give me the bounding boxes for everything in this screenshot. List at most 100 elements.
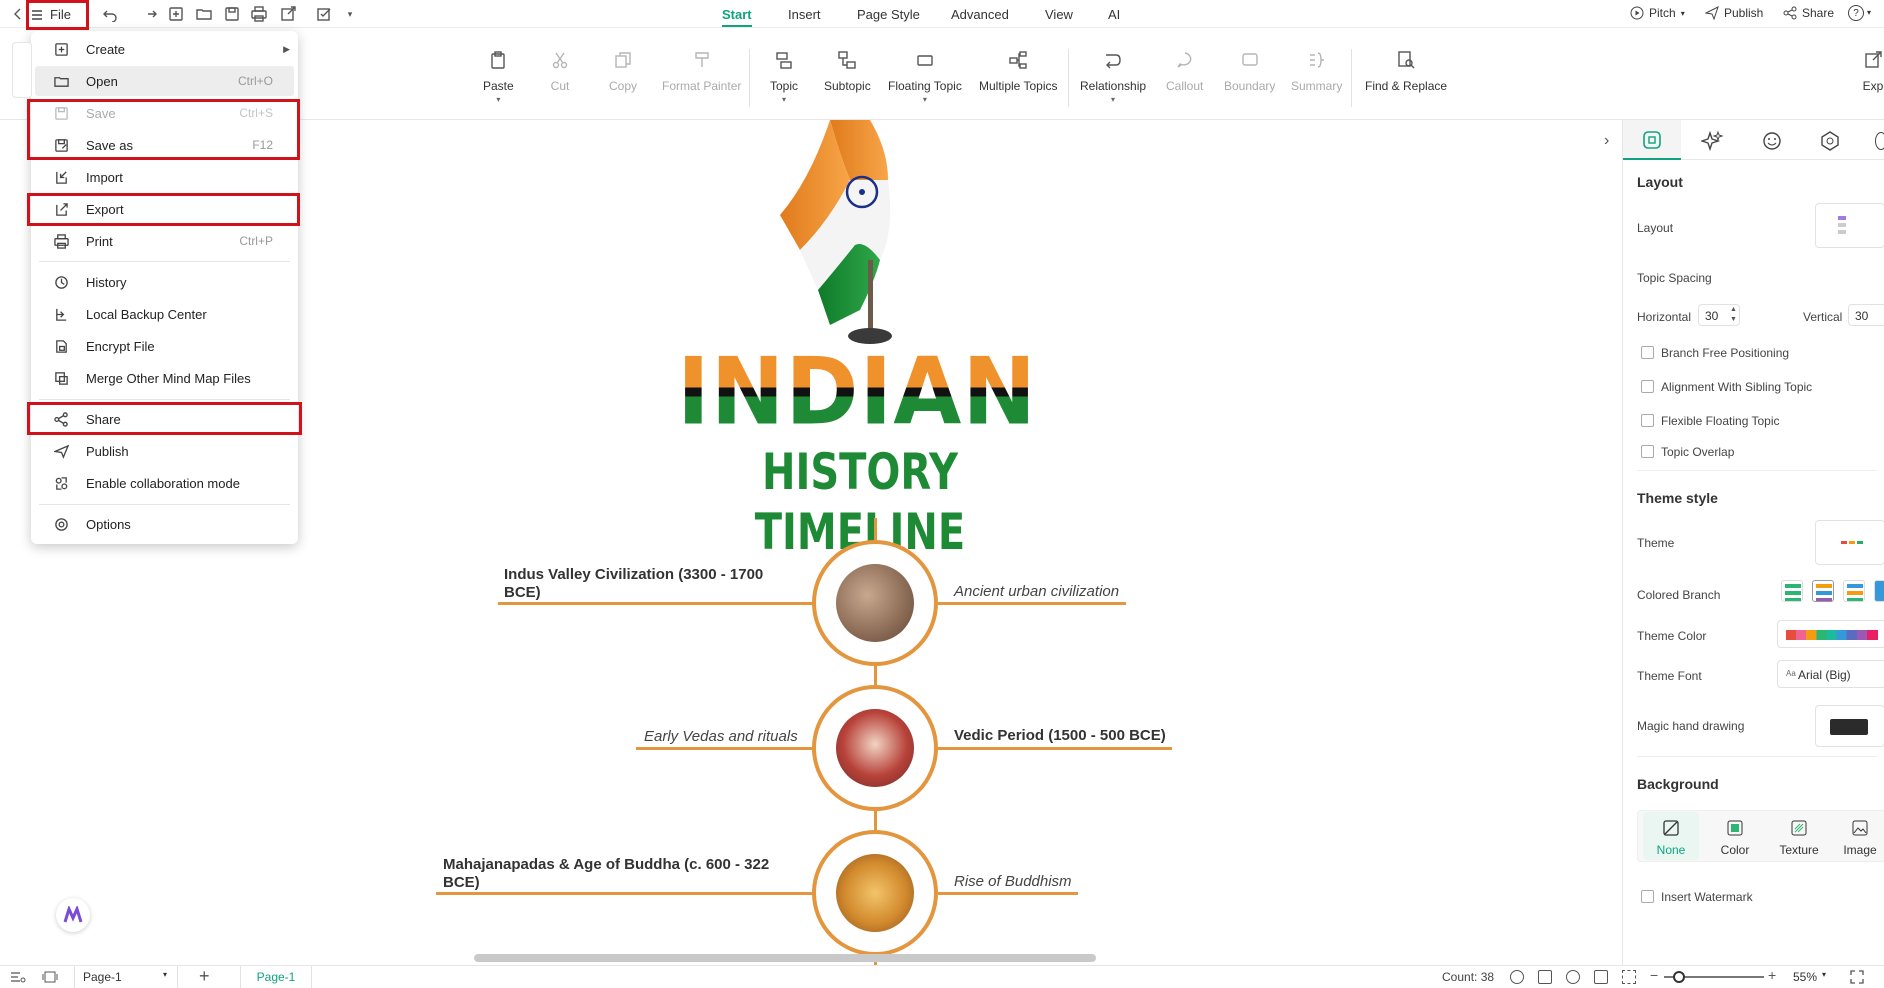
page-select[interactable]: Page-1 ▾	[74, 966, 178, 988]
topic-image-circle[interactable]	[812, 540, 938, 666]
copy-button[interactable]: Copy	[609, 49, 637, 93]
topic-overlap-checkbox[interactable]	[1641, 445, 1654, 458]
redo-icon[interactable]	[140, 4, 160, 24]
background-color-option[interactable]: Color	[1707, 812, 1763, 860]
theme-select[interactable]	[1815, 520, 1884, 565]
tab-ai[interactable]: AI	[1108, 7, 1120, 22]
branch-free-checkbox[interactable]	[1641, 346, 1654, 359]
cut-button[interactable]: Cut	[549, 49, 571, 93]
book-view-icon[interactable]	[1538, 970, 1552, 984]
slides-icon[interactable]	[42, 970, 58, 984]
topic-image-circle[interactable]	[812, 685, 938, 811]
floating-topic-button[interactable]: Floating Topic ▾	[888, 49, 962, 104]
fit-page-icon[interactable]	[1594, 970, 1608, 984]
boundary-button[interactable]: Boundary	[1224, 49, 1275, 93]
pitch-button[interactable]: Pitch ▾	[1630, 6, 1685, 20]
subtopic-early-vedas[interactable]: Early Vedas and rituals	[644, 728, 798, 745]
print-icon[interactable]	[249, 4, 269, 24]
help-dropdown-icon[interactable]: ▾	[1867, 8, 1871, 17]
outline-icon[interactable]	[10, 970, 26, 984]
colored-branch-option-4[interactable]	[1874, 580, 1884, 602]
zoom-out-icon[interactable]: −	[1650, 967, 1658, 983]
menu-item-merge[interactable]: Merge Other Mind Map Files	[31, 363, 298, 393]
tab-start[interactable]: Start	[722, 7, 752, 27]
menu-item-options[interactable]: Options	[31, 509, 298, 539]
theme-color-select[interactable]	[1777, 620, 1884, 648]
more-tab-icon[interactable]	[1875, 132, 1884, 150]
fullscreen-fit-icon[interactable]	[1622, 970, 1636, 984]
open-folder-icon[interactable]	[194, 4, 214, 24]
ai-assistant-icon[interactable]	[56, 898, 90, 932]
tab-advanced[interactable]: Advanced	[951, 7, 1009, 22]
format-painter-button[interactable]: Format Painter	[662, 49, 741, 93]
title-indian[interactable]: INDIAN	[662, 348, 1052, 436]
style-tab-icon[interactable]	[1642, 130, 1662, 150]
emoji-tab-icon[interactable]	[1761, 130, 1783, 152]
ai-sparkle-tab-icon[interactable]	[1699, 130, 1724, 152]
magic-hand-select[interactable]	[1815, 705, 1884, 747]
menu-item-import[interactable]: Import	[31, 162, 298, 192]
tab-insert[interactable]: Insert	[788, 7, 821, 22]
tab-page-style[interactable]: Page Style	[857, 7, 920, 22]
export-ribbon-button[interactable]: Exp	[1862, 49, 1884, 93]
flexible-floating-checkbox[interactable]	[1641, 414, 1654, 427]
zoom-level[interactable]: 55%	[1793, 970, 1817, 984]
subtopic-ancient-urban[interactable]: Ancient urban civilization	[954, 583, 1119, 600]
stepper-arrows-icon[interactable]: ▲ ▼	[1730, 305, 1737, 325]
subtopic-button[interactable]: Subtopic	[824, 49, 871, 93]
menu-item-open[interactable]: Open Ctrl+O	[35, 66, 294, 96]
topic-button[interactable]: Topic ▾	[770, 49, 798, 104]
theme-font-select[interactable]: Aa Arial (Big)	[1777, 660, 1884, 688]
undo-icon[interactable]	[100, 4, 120, 24]
back-icon[interactable]	[8, 4, 28, 24]
tab-view[interactable]: View	[1045, 7, 1073, 22]
new-icon[interactable]	[166, 4, 186, 24]
menu-item-publish[interactable]: Publish	[31, 436, 298, 466]
menu-item-create[interactable]: Create ▶	[31, 34, 298, 64]
background-image-option[interactable]: Image	[1835, 812, 1884, 860]
panel-collapse-icon[interactable]: ›	[1604, 132, 1609, 150]
title-history-timeline[interactable]: HISTORY TIMELINE	[684, 442, 1036, 561]
topic-mahajanapadas[interactable]: Mahajanapadas & Age of Buddha (c. 600 - …	[443, 856, 783, 892]
colored-branch-option-1[interactable]	[1781, 580, 1803, 602]
menu-item-encrypt[interactable]: Encrypt File	[31, 331, 298, 361]
expand-icon[interactable]	[1850, 970, 1864, 984]
colored-branch-option-2[interactable]	[1812, 580, 1834, 602]
export-icon[interactable]	[278, 4, 298, 24]
vertical-spacing-stepper[interactable]: 30	[1848, 304, 1884, 326]
menu-item-print[interactable]: Print Ctrl+P	[31, 226, 298, 256]
more-icon[interactable]: ▾	[340, 4, 360, 24]
zoom-dropdown-icon[interactable]: ▾	[1822, 970, 1826, 979]
background-texture-option[interactable]: Texture	[1771, 812, 1827, 860]
alignment-sibling-checkbox[interactable]	[1641, 380, 1654, 393]
zoom-slider-handle[interactable]	[1673, 971, 1685, 983]
page-tab[interactable]: Page-1	[240, 966, 312, 988]
insert-watermark-checkbox[interactable]	[1641, 890, 1654, 903]
horizontal-spacing-stepper[interactable]: 30 ▲ ▼	[1698, 304, 1740, 326]
menu-item-local-backup[interactable]: Local Backup Center	[31, 299, 298, 329]
menu-item-collaboration[interactable]: Enable collaboration mode	[31, 468, 298, 498]
add-page-icon[interactable]: +	[199, 966, 210, 987]
horizontal-scrollbar[interactable]	[474, 954, 1096, 962]
theme-tab-icon[interactable]	[1819, 130, 1841, 152]
background-none-option[interactable]: None	[1643, 812, 1699, 860]
topic-image-circle[interactable]	[812, 830, 938, 956]
zoom-in-icon[interactable]: +	[1768, 967, 1776, 983]
help-icon[interactable]: ?	[1848, 5, 1864, 21]
checklist-icon[interactable]	[314, 4, 334, 24]
summary-button[interactable]: Summary	[1291, 49, 1342, 93]
paste-button[interactable]: Paste ▾	[483, 49, 514, 104]
colored-branch-option-3[interactable]	[1843, 580, 1865, 602]
presentation-play-icon[interactable]	[1566, 970, 1580, 984]
relationship-button[interactable]: Relationship ▾	[1080, 49, 1146, 104]
share-button[interactable]: Share	[1783, 6, 1834, 20]
menu-item-history[interactable]: History	[31, 267, 298, 297]
multiple-topics-button[interactable]: Multiple Topics	[979, 49, 1057, 93]
topic-indus-valley[interactable]: Indus Valley Civilization (3300 - 1700 B…	[504, 566, 794, 602]
subtopic-rise-buddhism[interactable]: Rise of Buddhism	[954, 873, 1072, 890]
theme-toggle-icon[interactable]	[1510, 970, 1524, 984]
find-replace-button[interactable]: Find & Replace	[1365, 49, 1447, 93]
layout-select[interactable]	[1815, 203, 1884, 248]
topic-vedic-period[interactable]: Vedic Period (1500 - 500 BCE)	[954, 727, 1166, 744]
publish-button[interactable]: Publish	[1705, 6, 1763, 20]
